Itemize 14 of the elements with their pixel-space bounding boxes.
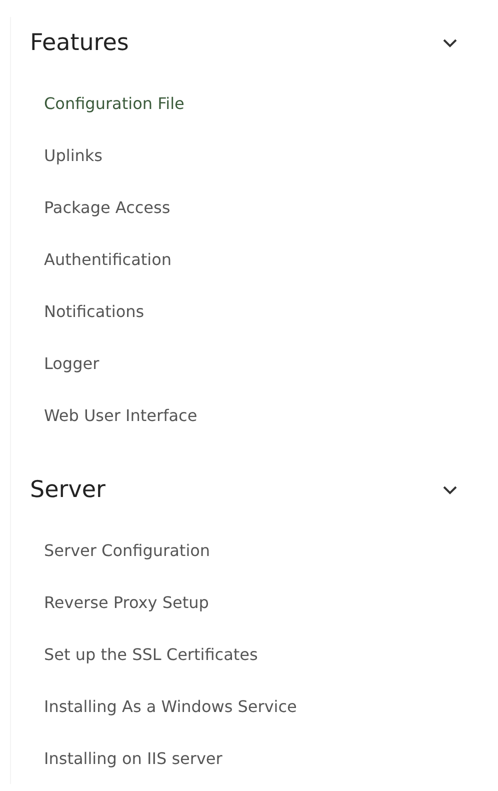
nav-link[interactable]: Configuration File bbox=[30, 77, 184, 129]
nav-link[interactable]: Set up the SSL Certificates bbox=[30, 628, 258, 680]
nav-link[interactable]: Server Configuration bbox=[30, 524, 210, 576]
section-header[interactable]: Features bbox=[30, 17, 460, 69]
nav-link[interactable]: Authentification bbox=[30, 233, 172, 285]
nav-link[interactable]: Notifications bbox=[30, 285, 144, 337]
nav-link[interactable]: Uplinks bbox=[30, 129, 102, 181]
nav-link[interactable]: Reverse Proxy Setup bbox=[30, 576, 209, 628]
nav-link[interactable]: Package Access bbox=[30, 181, 170, 233]
nav-link[interactable]: Web User Interface bbox=[30, 389, 198, 441]
nav-link[interactable]: Installing As a Windows Service bbox=[30, 680, 297, 732]
nav-link[interactable]: Installing on IIS server bbox=[30, 732, 222, 784]
nav-link[interactable]: Logger bbox=[30, 337, 100, 389]
section-header[interactable]: Server bbox=[30, 464, 460, 516]
